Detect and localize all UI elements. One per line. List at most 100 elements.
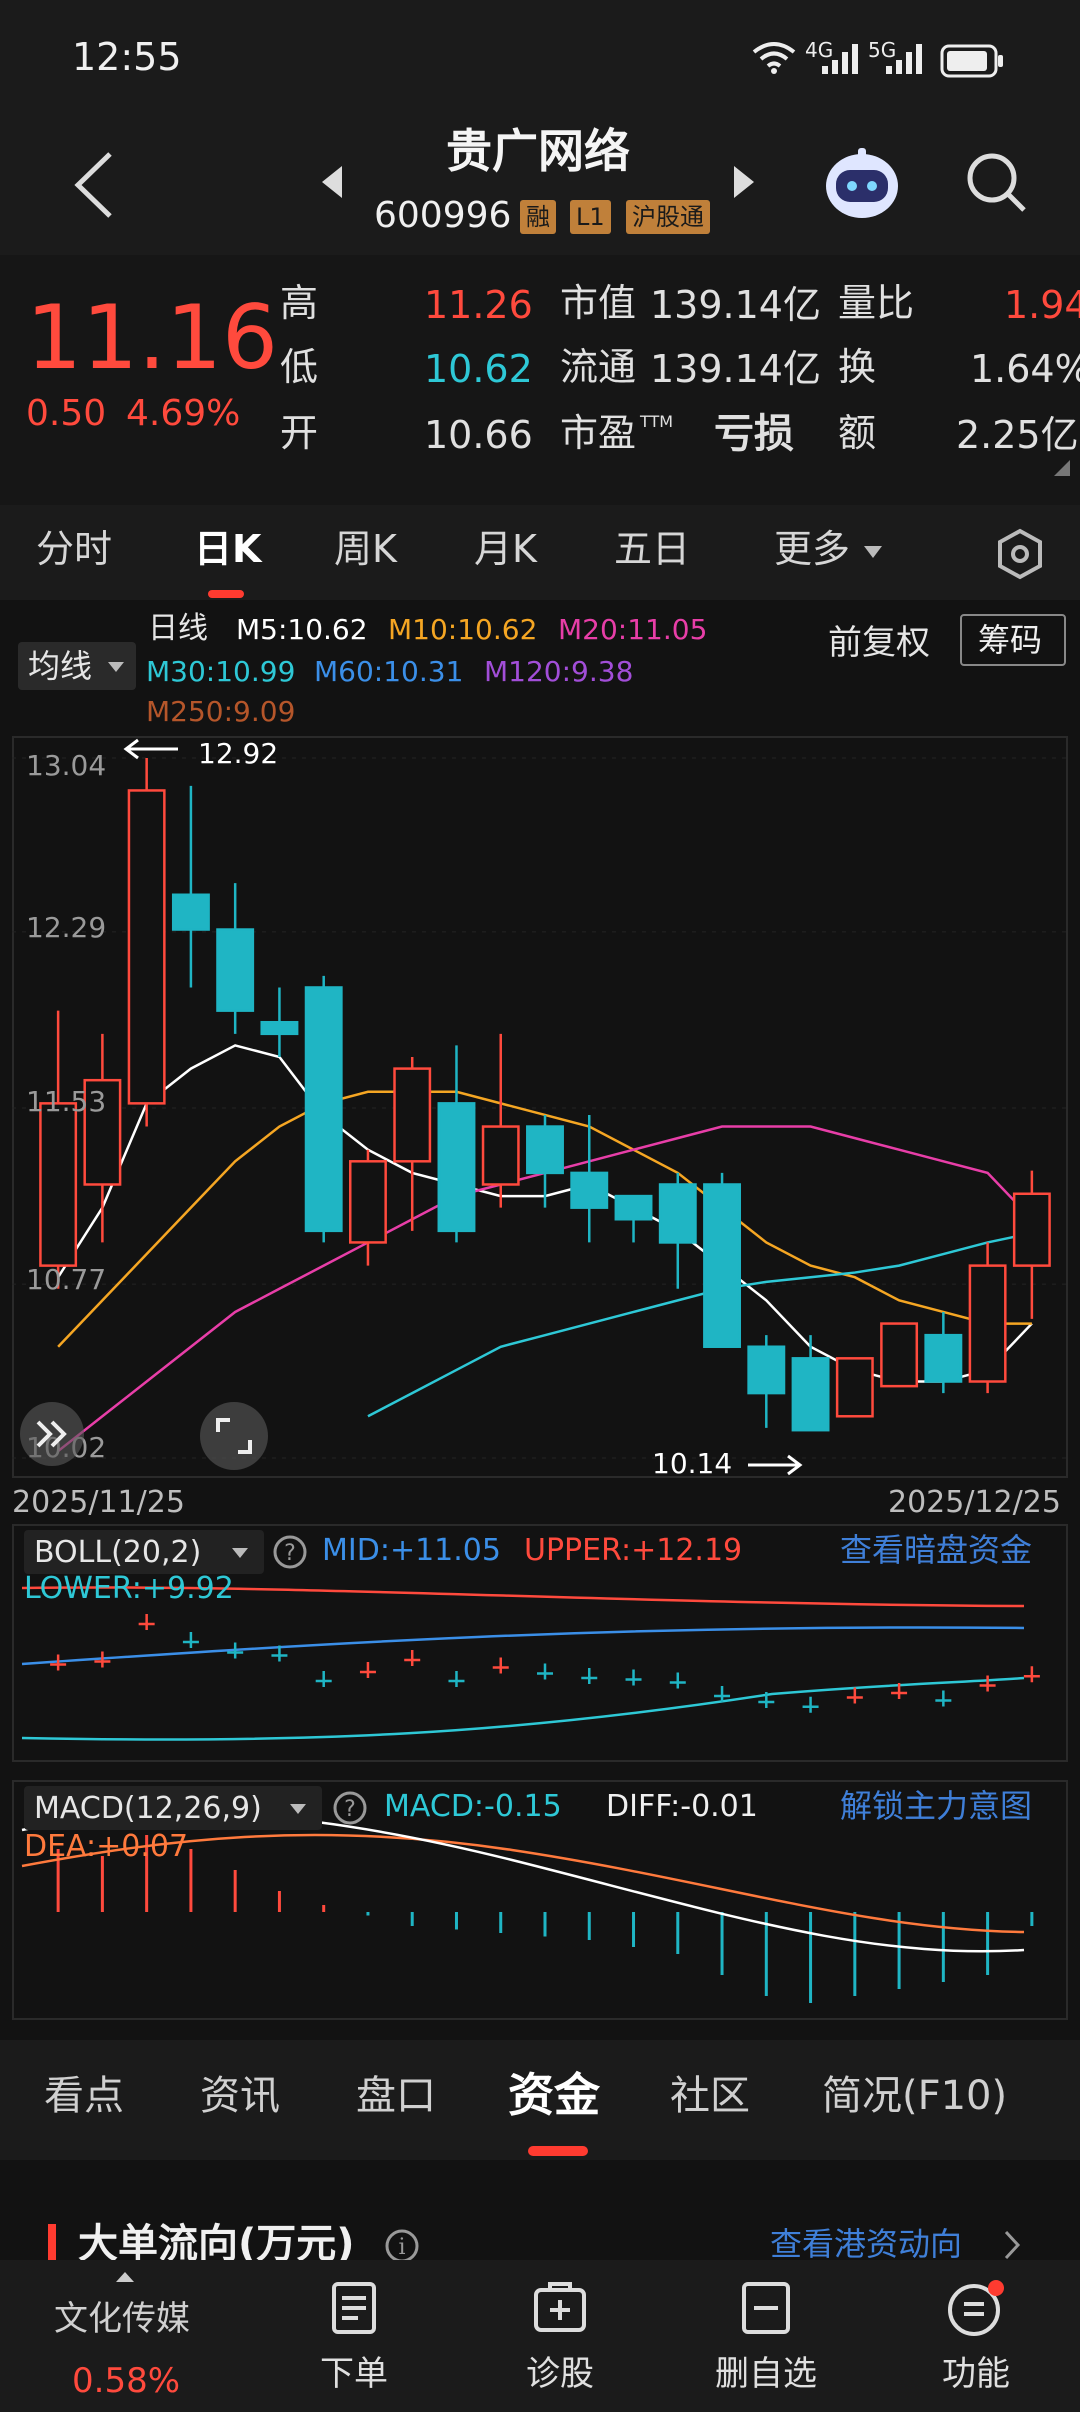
max-price-label: 12.92 (198, 737, 279, 770)
macd-dea: DEA:+0.07 (24, 1829, 189, 1864)
turnover-label: 换 (838, 345, 877, 389)
candle-up (349, 1160, 387, 1244)
last-price: 11.16 (26, 286, 278, 389)
chevron-down-icon (290, 1804, 306, 1814)
tab-news[interactable]: 资讯 (200, 2076, 280, 2116)
chips-button[interactable]: 筹码 (960, 614, 1066, 666)
ma30-value: M30:10.99 (146, 655, 296, 688)
tab-intraday[interactable]: 分时 (36, 530, 112, 568)
candle-up (835, 1357, 874, 1418)
tab-profile-f10[interactable]: 简况(F10) (822, 2076, 1007, 2116)
diagnose-box-icon (534, 2282, 586, 2332)
wifi-icon (752, 42, 796, 74)
tab-community[interactable]: 社区 (670, 2076, 750, 2116)
amount-value: 2.25亿 (956, 413, 1079, 457)
nav-functions-label: 功能 (942, 2354, 1010, 2394)
y-tick-label: 11.53 (26, 1085, 107, 1118)
chevron-down-icon (864, 546, 882, 558)
boll-price-bar (315, 1671, 332, 1687)
boll-price-bar (1023, 1666, 1040, 1683)
boll-name: BOLL(20,2) (34, 1535, 202, 1570)
ai-robot-icon[interactable] (822, 146, 902, 222)
dark-pool-link[interactable]: 查看暗盘资金 (840, 1534, 1032, 1566)
ma10-value: M10:10.62 (388, 613, 538, 646)
boll-lower: LOWER:+9.92 (24, 1571, 234, 1606)
unlock-intent-link[interactable]: 解锁主力意图 (840, 1790, 1032, 1822)
candle-down (703, 1183, 741, 1348)
help-circle-icon[interactable]: ? (272, 1534, 308, 1570)
candle-up (968, 1264, 1007, 1383)
boll-price-bar (404, 1650, 421, 1666)
candle-down (747, 1345, 786, 1395)
macd-indicator-selector[interactable]: MACD(12,26,9) (24, 1786, 322, 1830)
candle-down (791, 1357, 830, 1432)
expand-corner-icon[interactable] (1054, 460, 1070, 476)
stock-code: 600996 (374, 195, 512, 236)
sector-change: 0.58% (72, 2361, 181, 2401)
low-value: 10.62 (424, 347, 533, 391)
max-price-arrow-icon (123, 738, 178, 760)
price-change: 0.50 (26, 393, 107, 434)
search-icon[interactable] (964, 150, 1030, 216)
pe-value: 亏损 (714, 411, 794, 457)
tab-daily-k[interactable]: 日K (194, 530, 261, 568)
battery-icon (940, 44, 1003, 78)
nav-diagnose[interactable]: 诊股 (500, 2280, 620, 2395)
tab-more[interactable]: 更多 (774, 530, 850, 568)
next-stock-icon[interactable] (730, 162, 758, 202)
tab-weekly-k[interactable]: 周K (334, 530, 397, 568)
candle-up (481, 1125, 520, 1186)
candle-down (260, 1020, 299, 1036)
tab-five-day[interactable]: 五日 (614, 530, 690, 568)
signal-icon (822, 44, 858, 74)
kline-chart (12, 757, 1068, 1459)
info-circle-icon[interactable]: i (384, 2228, 420, 2264)
signal-icon (886, 44, 922, 74)
boll-price-bar (492, 1657, 509, 1674)
mktcap-value: 139.14亿 (650, 283, 821, 327)
float-label: 流通 (560, 345, 637, 389)
fullscreen-button[interactable] (200, 1402, 268, 1470)
pe-label: 市盈 (560, 411, 637, 455)
status-bar: 12:55 4G 5G (0, 0, 1080, 125)
tab-orderbook[interactable]: 盘口 (356, 2076, 436, 2116)
settings-hexagon-icon[interactable] (994, 528, 1046, 580)
chevron-down-icon (232, 1548, 248, 1558)
back-arrow-icon[interactable] (72, 150, 116, 220)
tab-capital[interactable]: 资金 (508, 2072, 600, 2118)
adjust-toggle[interactable]: 前复权 (828, 626, 930, 660)
ma-selector[interactable]: 均线 (18, 642, 136, 690)
nav-remove-watchlist[interactable]: 删自选 (706, 2280, 826, 2395)
connect-badge: 沪股通 (626, 200, 710, 234)
nav-functions[interactable]: 功能 (916, 2280, 1036, 2395)
mktcap-label: 市值 (560, 281, 637, 325)
nav-order[interactable]: 下单 (294, 2280, 414, 2395)
boll-price-bar (448, 1671, 465, 1687)
chart-period-tabs (0, 505, 1080, 600)
tab-highlights[interactable]: 看点 (44, 2076, 124, 2116)
prev-stock-icon[interactable] (318, 162, 346, 202)
margin-badge: 融 (520, 200, 556, 234)
candle-up (393, 1067, 432, 1163)
candle-up (39, 1102, 78, 1267)
boll-indicator-selector[interactable]: BOLL(20,2) (24, 1530, 264, 1574)
help-circle-icon[interactable]: ? (332, 1790, 368, 1826)
tab-monthly-k[interactable]: 月K (474, 530, 537, 568)
svg-text:?: ? (284, 1541, 296, 1566)
sector-name[interactable]: 文化传媒 (54, 2302, 190, 2336)
hk-capital-link[interactable]: 查看港资动向 (770, 2228, 962, 2260)
collapse-button[interactable] (20, 1402, 84, 1466)
candle-down (614, 1194, 653, 1221)
functions-menu-icon (948, 2280, 1004, 2336)
nav-diagnose-label: 诊股 (526, 2354, 594, 2394)
y-tick-label: 12.29 (26, 911, 107, 944)
candle-down (437, 1102, 476, 1233)
min-price-label: 10.14 (652, 1447, 733, 1480)
min-price-arrow-icon (748, 1454, 803, 1476)
fullscreen-icon (216, 1418, 252, 1454)
boll-mid-line (21, 1626, 1025, 1666)
order-document-icon (332, 2282, 376, 2334)
boll-price-bar (182, 1632, 199, 1648)
status-time: 12:55 (72, 35, 182, 79)
candle-down (924, 1333, 963, 1383)
